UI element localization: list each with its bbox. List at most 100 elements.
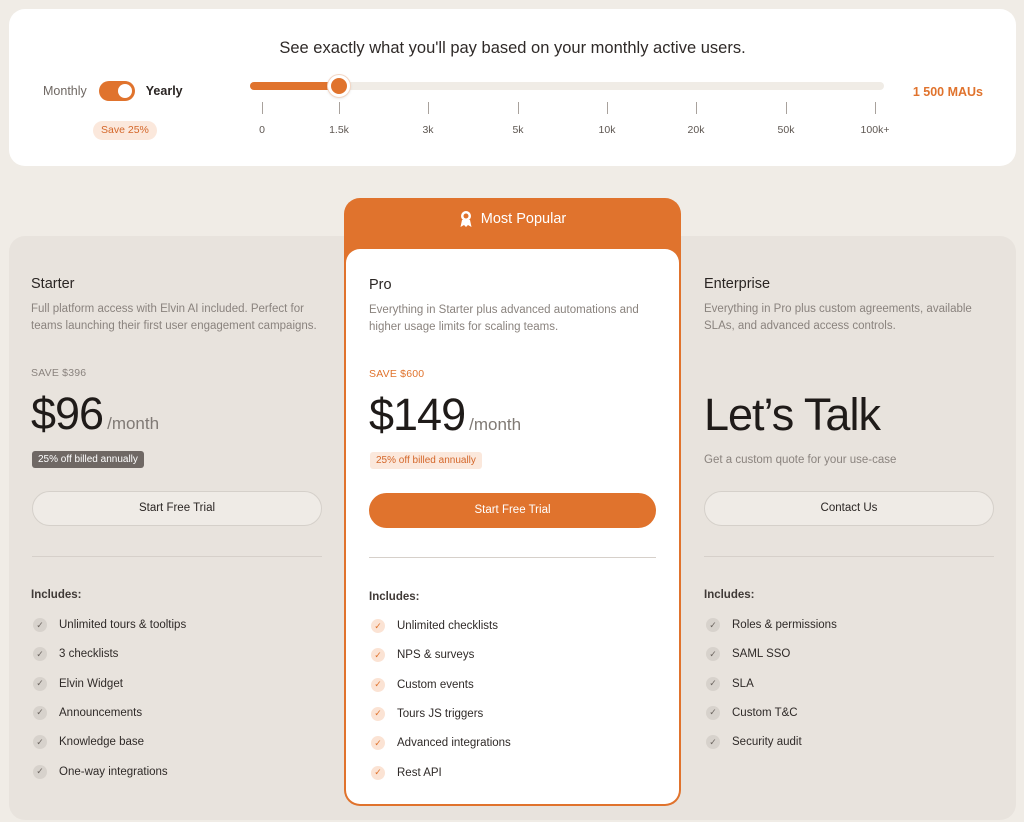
yearly-label[interactable]: Yearly (146, 84, 183, 98)
start-free-trial-button[interactable]: Start Free Trial (369, 493, 656, 528)
price-row: $149 /month (369, 389, 521, 441)
billed-annually-badge: 25% off billed annually (370, 452, 482, 469)
divider (369, 557, 656, 558)
feature-item: ✓ Tours JS triggers (371, 706, 483, 721)
feature-text: Unlimited tours & tooltips (59, 619, 187, 631)
divider (704, 556, 994, 557)
custom-quote-text: Get a custom quote for your use-case (704, 454, 897, 466)
plan-name: Enterprise (704, 276, 771, 292)
slider-tick[interactable]: 100k+ (860, 102, 890, 136)
feature-text: One-way integrations (59, 765, 168, 778)
tick-label: 5k (512, 124, 524, 136)
feature-item: ✓ Knowledge base (33, 735, 145, 750)
check-icon: ✓ (371, 677, 385, 692)
feature-text: Rest API (397, 766, 442, 779)
check-icon: ✓ (33, 764, 47, 779)
feature-item: ✓ Rest API (371, 765, 442, 780)
slider-tick[interactable]: 0 (247, 102, 277, 136)
tick-label: 3k (422, 124, 434, 136)
tick-mark (606, 102, 608, 114)
check-icon: ✓ (33, 705, 47, 720)
tick-label: 50k (777, 124, 795, 136)
feature-text: Roles & permissions (732, 619, 837, 631)
includes-label: Includes: (704, 589, 755, 601)
check-icon: ✓ (706, 618, 720, 632)
save-percent-badge: Save 25% (93, 121, 157, 140)
feature-text: 3 checklists (59, 648, 119, 661)
contact-us-button[interactable]: Contact Us (704, 491, 994, 526)
billing-switch[interactable] (98, 81, 135, 101)
slider-tick[interactable]: 3k (413, 102, 443, 136)
switch-knob (117, 84, 132, 98)
slider-tick[interactable]: 10k (592, 102, 622, 136)
feature-item: ✓ One-way integrations (33, 764, 168, 779)
check-icon: ✓ (371, 706, 385, 721)
feature-item: ✓ SAML SSO (706, 647, 791, 662)
feature-item: ✓ NPS & surveys (371, 648, 475, 663)
check-icon: ✓ (371, 648, 385, 663)
tick-mark (261, 102, 263, 114)
tick-mark (338, 102, 340, 114)
most-popular-badge: Most Popular (344, 210, 681, 228)
feature-item: ✓ Announcements (33, 705, 143, 720)
feature-text: Custom events (397, 678, 474, 691)
per-month: /month (469, 415, 522, 434)
start-free-trial-button[interactable]: Start Free Trial (32, 491, 322, 526)
ribbon-award-icon (460, 211, 472, 227)
tick-mark (517, 102, 519, 114)
mau-readout: 1 500 MAUs (912, 85, 983, 99)
feature-item: ✓ SLA (706, 676, 754, 691)
plan-description: Full platform access with Elvin AI inclu… (31, 303, 317, 332)
divider (32, 556, 322, 557)
feature-item: ✓ Roles & permissions (706, 618, 837, 632)
feature-item: ✓ Custom events (371, 677, 474, 692)
feature-text: Security audit (732, 736, 802, 749)
feature-item: ✓ 3 checklists (33, 647, 119, 662)
monthly-label[interactable]: Monthly (43, 84, 87, 98)
feature-item: ✓ Advanced integrations (371, 736, 511, 751)
tick-label: 20k (687, 124, 705, 136)
feature-text: Elvin Widget (59, 677, 123, 690)
feature-item: ✓ Custom T&C (706, 705, 798, 720)
check-icon: ✓ (33, 618, 47, 632)
feature-item: ✓ Unlimited tours & tooltips (33, 618, 186, 632)
price: Let’s Talk (704, 389, 881, 440)
check-icon: ✓ (33, 676, 47, 691)
tick-label: 0 (259, 124, 265, 136)
check-icon: ✓ (706, 735, 720, 750)
save-amount: SAVE $600 (369, 368, 425, 380)
check-icon: ✓ (33, 735, 47, 750)
feature-text: Knowledge base (59, 736, 145, 749)
tick-mark (427, 102, 429, 114)
price: $96 (31, 388, 104, 439)
calculator-headline: See exactly what you'll pay based on you… (279, 39, 746, 57)
slider-tick[interactable]: 5k (503, 102, 533, 136)
price: $149 (369, 389, 466, 440)
slider-tick[interactable]: 1.5k (324, 102, 354, 136)
feature-text: SAML SSO (732, 648, 791, 661)
check-icon: ✓ (706, 647, 720, 662)
feature-text: Custom T&C (732, 706, 798, 719)
per-month: /month (107, 414, 160, 433)
slider-thumb[interactable] (328, 75, 350, 97)
includes-label: Includes: (31, 589, 82, 601)
slider-tick[interactable]: 20k (681, 102, 711, 136)
tick-label: 100k+ (860, 124, 890, 136)
tick-label: 1.5k (329, 124, 349, 136)
feature-text: Advanced integrations (397, 737, 511, 750)
slider-tick[interactable]: 50k (771, 102, 801, 136)
price-row: $96 /month (31, 388, 159, 440)
check-icon: ✓ (371, 765, 385, 780)
plan-name: Starter (31, 276, 75, 292)
plan-name: Pro (369, 277, 392, 293)
mau-slider[interactable]: 0 1.5k 3k 5k 10k 20k 50k 100k+ (247, 75, 889, 141)
slider-fill (250, 82, 339, 90)
check-icon: ✓ (371, 736, 385, 751)
feature-text: NPS & surveys (397, 649, 475, 662)
plan-description: Everything in Pro plus custom agreements… (704, 303, 972, 332)
feature-text: SLA (732, 677, 754, 690)
tick-mark (874, 102, 876, 114)
check-icon: ✓ (706, 705, 720, 720)
tick-mark (695, 102, 697, 114)
feature-text: Announcements (59, 706, 143, 719)
